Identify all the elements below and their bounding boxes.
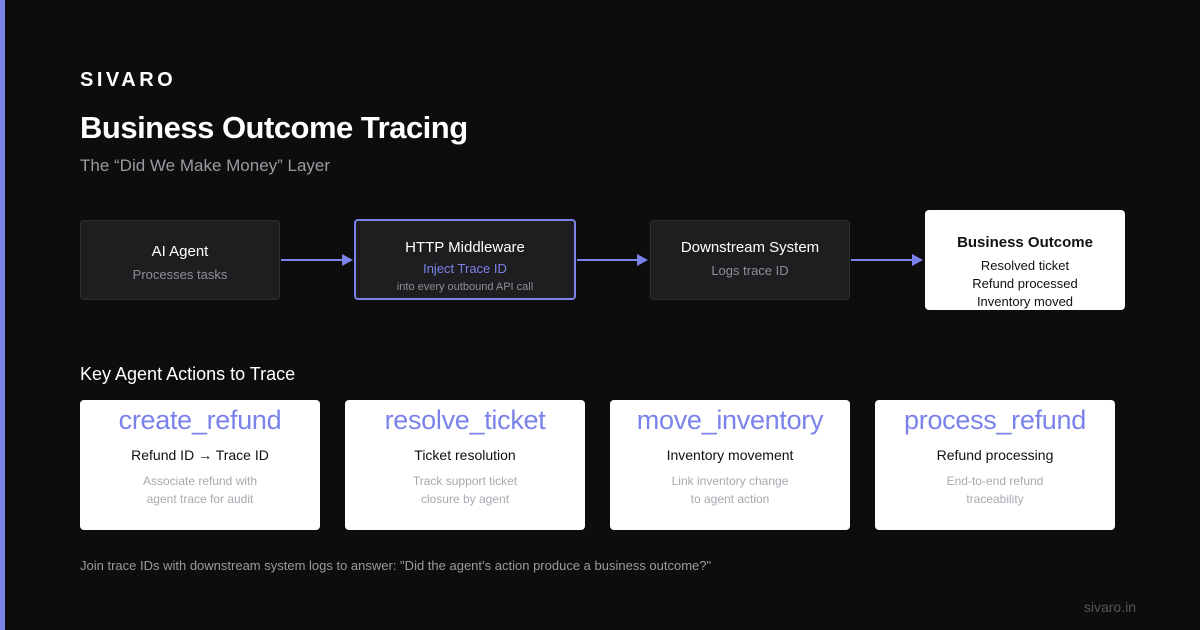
site-url: sivaro.in (1083, 599, 1136, 615)
footnote: Join trace IDs with downstream system lo… (80, 558, 712, 573)
section-title: Key Agent Actions to Trace (80, 364, 296, 384)
action-card-label: Inventory movement (666, 447, 794, 463)
arrow-middleware-to-downstream (577, 254, 648, 266)
action-card-description: Track support ticket closure by agent (345, 472, 585, 508)
action-card-name: create_refund (118, 405, 282, 435)
action-card-name: resolve_ticket (384, 405, 546, 435)
action-card-description-line: Associate refund with (142, 474, 258, 488)
action-card-description: Link inventory change to agent action (610, 472, 850, 508)
action-card-description-line: Link inventory change (671, 474, 789, 488)
action-card-description-line: to agent action (690, 492, 770, 506)
action-card-label: Refund ID → Trace ID (131, 447, 269, 463)
action-card-description: End-to-end refund traceability (875, 472, 1115, 508)
action-card-name: move_inventory (636, 405, 824, 435)
action-card-description-line: closure by agent (420, 492, 510, 506)
flow-arrows (281, 254, 923, 266)
action-card-name: process_refund (904, 405, 1086, 435)
action-card-description-line: Track support ticket (412, 474, 518, 488)
action-card-description-line: agent trace for audit (146, 492, 254, 506)
action-card-description-line: traceability (966, 492, 1024, 506)
action-card-label: Refund processing (936, 447, 1054, 463)
action-card-description: Associate refund with agent trace for au… (80, 472, 320, 508)
arrow-downstream-to-outcome (851, 254, 923, 266)
action-card-description-line: End-to-end refund (946, 474, 1044, 488)
action-card-label: Ticket resolution (414, 447, 516, 463)
arrow-agent-to-middleware (281, 254, 353, 266)
